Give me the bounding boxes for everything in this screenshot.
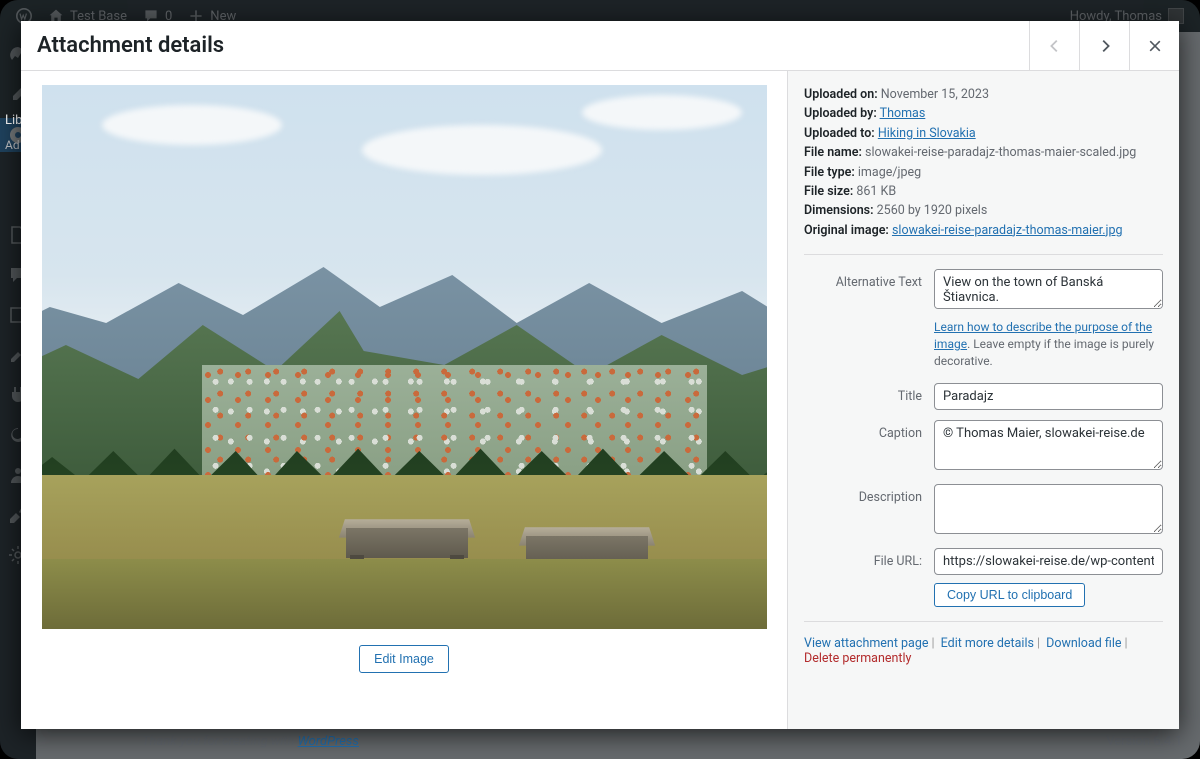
file-size-value: 861 KB	[856, 184, 896, 199]
edit-details-link[interactable]: Edit more details	[941, 636, 1034, 651]
media-preview-pane: Edit Image	[21, 71, 787, 729]
attachment-details-pane: Uploaded on: November 15, 2023 Uploaded …	[787, 71, 1179, 729]
uploaded-on-value: November 15, 2023	[881, 87, 989, 102]
alt-text-input[interactable]	[934, 269, 1163, 309]
title-label: Title	[804, 383, 934, 410]
fileurl-input[interactable]	[934, 548, 1163, 575]
delete-permanently-link[interactable]: Delete permanently	[804, 651, 911, 666]
version-text: Version 6.4.1	[1106, 734, 1182, 749]
wordpress-link[interactable]: WordPress	[298, 734, 359, 749]
description-input[interactable]	[934, 484, 1163, 534]
next-attachment-button[interactable]	[1079, 21, 1129, 71]
edit-image-button[interactable]: Edit Image	[359, 645, 449, 673]
uploaded-to-link[interactable]: Hiking in Slovakia	[878, 126, 976, 141]
submenu-library[interactable]: Lib	[5, 113, 22, 128]
close-modal-button[interactable]	[1129, 21, 1179, 71]
description-label: Description	[804, 484, 934, 538]
uploaded-by-link[interactable]: Thomas	[880, 106, 926, 121]
dimensions-value: 2560 by 1920 pixels	[877, 203, 988, 218]
file-name-value: slowakei-reise-paradajz-thomas-maier-sca…	[865, 145, 1136, 160]
alt-text-label: Alternative Text	[804, 269, 934, 373]
admin-footer: Thank you for creating with WordPress. V…	[142, 734, 1182, 749]
copy-url-button[interactable]: Copy URL to clipboard	[934, 583, 1085, 607]
modal-header: Attachment details	[21, 21, 1179, 71]
fileurl-label: File URL:	[804, 548, 934, 607]
submenu-add-new[interactable]: Ad	[5, 138, 20, 152]
view-attachment-link[interactable]: View attachment page	[804, 636, 928, 651]
modal-title: Attachment details	[21, 21, 1029, 71]
title-input[interactable]	[934, 383, 1163, 410]
attachment-actions: View attachment page| Edit more details|…	[804, 636, 1163, 666]
download-file-link[interactable]: Download file	[1046, 636, 1121, 651]
caption-input[interactable]	[934, 420, 1163, 470]
attachment-details-modal: Attachment details	[21, 21, 1179, 729]
file-type-value: image/jpeg	[858, 165, 921, 180]
attachment-image	[42, 85, 767, 629]
original-image-link[interactable]: slowakei-reise-paradajz-thomas-maier.jpg	[892, 223, 1123, 238]
caption-label: Caption	[804, 420, 934, 474]
prev-attachment-button[interactable]	[1029, 21, 1079, 71]
